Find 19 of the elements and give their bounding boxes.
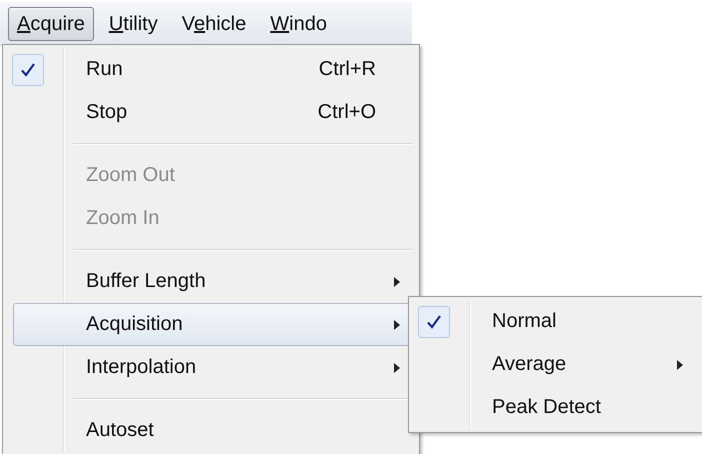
menu-item[interactable]: Run Ctrl+R (13, 48, 411, 91)
menu-item[interactable]: Peak Detect (419, 386, 694, 429)
menu-bar-item[interactable]: Windo (261, 6, 336, 40)
menu-item[interactable]: Autoset (13, 409, 411, 452)
submenu-arrow-icon (394, 320, 400, 330)
menu-item[interactable]: Interpolation (13, 346, 411, 389)
menu-item[interactable]: Buffer Length (13, 260, 411, 303)
menu-bar-item[interactable]: Utility (100, 6, 167, 40)
menu-bar-item[interactable]: Acquire (8, 6, 94, 40)
menu-item[interactable]: Normal (419, 300, 694, 343)
menu-item[interactable]: Acquisition (13, 303, 411, 346)
submenu-arrow-icon (677, 360, 683, 370)
menu-bar-item[interactable]: Vehicle (172, 6, 256, 40)
menu-item[interactable]: Stop Ctrl+O (13, 91, 411, 134)
submenu-arrow-icon (394, 362, 400, 372)
shortcut-label: Ctrl+O (318, 101, 377, 124)
shortcut-label: Ctrl+R (318, 58, 377, 81)
submenu-arrow-icon (394, 276, 400, 286)
menu-item[interactable]: Average (419, 343, 694, 386)
